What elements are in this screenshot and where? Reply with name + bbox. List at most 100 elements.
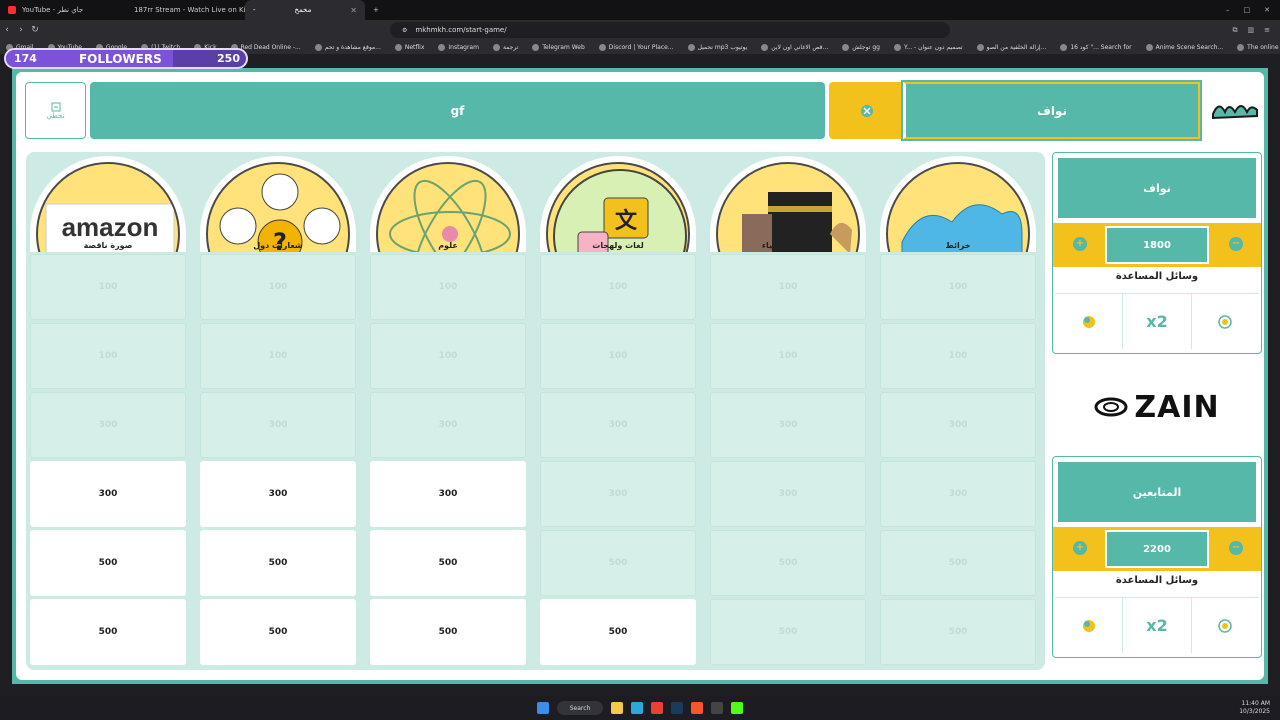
- call-friend-button[interactable]: [1055, 598, 1124, 653]
- call-friend-button[interactable]: [1055, 294, 1124, 349]
- bookmark-item[interactable]: Discord | Your Place...: [598, 43, 674, 51]
- bookmark-item[interactable]: Instagram: [438, 43, 479, 51]
- question-cell[interactable]: 500: [370, 530, 526, 596]
- site-info-icon[interactable]: ⚙: [402, 27, 407, 34]
- followers-goal: 250: [217, 52, 240, 65]
- category-amazon-image: amazon: [36, 162, 180, 252]
- question-cell[interactable]: 500: [370, 599, 526, 665]
- bookmark-item[interactable]: The online code edi...: [1237, 43, 1280, 51]
- question-cell: 100: [30, 323, 186, 389]
- hole-button[interactable]: [1192, 294, 1259, 349]
- bookmark-icon: [492, 43, 500, 51]
- menu-icon[interactable]: ≡: [1264, 26, 1270, 35]
- bookmark-item[interactable]: توجلش gg: [842, 43, 880, 51]
- kick-app-icon[interactable]: [731, 702, 743, 714]
- question-cell[interactable]: 300: [30, 461, 186, 527]
- question-cell[interactable]: 500: [540, 599, 696, 665]
- question-cell[interactable]: 300: [200, 461, 356, 527]
- bookmark-item[interactable]: كود 16 "... Search for: [1060, 43, 1132, 51]
- address-bar[interactable]: ⚙ mkhmkh.com/start-game/: [390, 22, 950, 38]
- hole-button[interactable]: [1192, 598, 1259, 653]
- bookmark-item[interactable]: قص الاغاني اون لاين...: [761, 43, 828, 51]
- bookmark-icon: [314, 43, 322, 51]
- bookmark-item[interactable]: موقع مشاهدة و تحم...: [314, 43, 381, 51]
- game-board: amazon صورة ناقصة 100 100 300 300 500 500? شعارا…: [26, 152, 1045, 670]
- browser-toolbar: ‹ › ↻ ⚙ mkhmkh.com/start-game/ ⧉ ▥ ≡: [0, 20, 1280, 40]
- close-tab-icon[interactable]: ✕: [350, 6, 357, 15]
- followers-current: 174: [14, 52, 37, 65]
- browser-tab-kick[interactable]: 187rr Stream - Watch Live on Kick: [120, 0, 253, 20]
- forward-icon[interactable]: ›: [14, 25, 28, 35]
- question-cell: 100: [710, 323, 866, 389]
- start-icon[interactable]: [537, 702, 549, 714]
- edge-icon[interactable]: [631, 702, 643, 714]
- new-tab-button[interactable]: +: [365, 0, 387, 20]
- bookmark-icon: [1060, 43, 1068, 51]
- chrome-icon[interactable]: [651, 702, 663, 714]
- team-name: المتابعين: [1058, 462, 1256, 522]
- back-icon[interactable]: ‹: [0, 25, 14, 35]
- question-cell[interactable]: 500: [200, 599, 356, 665]
- category-flags-image: ?: [206, 162, 350, 252]
- brave-icon[interactable]: [691, 702, 703, 714]
- tab-dash: -: [253, 6, 256, 14]
- bookmark-icon: [532, 43, 540, 51]
- browser-tab-mkhmkh[interactable]: - مخمخ ✕: [245, 0, 365, 20]
- category-column: خرائط 100 100 300 300 500 500: [878, 152, 1038, 670]
- bookmark-icon: [976, 43, 984, 51]
- site-logo[interactable]: [1206, 86, 1264, 134]
- question-cell: 500: [880, 530, 1036, 596]
- bookmark-item[interactable]: Netflix: [394, 43, 424, 51]
- steam-icon[interactable]: [671, 702, 683, 714]
- skip-button[interactable]: تخطي: [25, 82, 86, 139]
- question-cell: 100: [200, 323, 356, 389]
- category-header: علوم: [370, 156, 526, 252]
- hole-icon: [1218, 314, 1233, 329]
- question-cell[interactable]: 300: [370, 461, 526, 527]
- question-cell: 500: [710, 599, 866, 665]
- bookmark-item[interactable]: تحميل mp3 يوتيوب: [687, 43, 747, 51]
- question-cell[interactable]: 500: [30, 530, 186, 596]
- bookmark-item[interactable]: Y... - تصميم دون عنوان: [893, 43, 963, 51]
- question-cell: 300: [200, 392, 356, 458]
- double-points-button[interactable]: x2: [1123, 598, 1192, 653]
- bookmark-item[interactable]: Telegram Web: [532, 43, 585, 51]
- bookmark-icon: [842, 43, 850, 51]
- obs-icon[interactable]: [711, 702, 723, 714]
- window-controls: – □ ✕: [1226, 6, 1280, 14]
- team-card-2: المتابعين + 2200 − وسائل المساعدة x2: [1052, 456, 1262, 658]
- youtube-icon: [8, 6, 16, 14]
- browser-tab-youtube[interactable]: YouTube - جاي نطر: [0, 0, 120, 20]
- increase-score-button[interactable]: +: [1073, 237, 1087, 251]
- question-cell: 300: [540, 392, 696, 458]
- decrease-score-button[interactable]: −: [1229, 237, 1243, 251]
- question-cell: 100: [880, 254, 1036, 320]
- reload-icon[interactable]: ↻: [28, 25, 42, 35]
- question-cell[interactable]: 500: [30, 599, 186, 665]
- bookmark-item[interactable]: ترجمة: [492, 43, 518, 51]
- bookmark-item[interactable]: Anime Scene Search...: [1145, 43, 1223, 51]
- question-bar: gf: [90, 82, 825, 139]
- current-turn-team: نواف: [901, 80, 1202, 141]
- bookmark-icon: [687, 43, 695, 51]
- file-explorer-icon[interactable]: [611, 702, 623, 714]
- question-cell: 300: [710, 392, 866, 458]
- sidebar-icon[interactable]: ▥: [1248, 26, 1255, 35]
- maximize-icon[interactable]: □: [1244, 6, 1251, 14]
- score-row: + 1800 −: [1053, 223, 1261, 267]
- team-card-1: نواف + 1800 − وسائل المساعدة x2: [1052, 152, 1262, 354]
- double-points-button[interactable]: x2: [1123, 294, 1192, 349]
- taskbar-search[interactable]: Search: [557, 701, 603, 715]
- increase-score-button[interactable]: +: [1073, 541, 1087, 555]
- decrease-score-button[interactable]: −: [1229, 541, 1243, 555]
- x2-label: x2: [1146, 312, 1168, 331]
- side-panel: نواف + 1800 − وسائل المساعدة x2 ZAIN الم…: [1052, 152, 1262, 670]
- help-title: وسائل المساعدة: [1115, 575, 1199, 586]
- bookmark-item[interactable]: إزالة الخلفية من الصو...: [976, 43, 1046, 51]
- windows-taskbar: Search 11:40 AM 10/3/2025: [0, 696, 1280, 720]
- question-cell[interactable]: 500: [200, 530, 356, 596]
- minimize-icon[interactable]: –: [1226, 6, 1230, 14]
- close-window-icon[interactable]: ✕: [1264, 6, 1270, 14]
- system-clock[interactable]: 11:40 AM 10/3/2025: [1239, 700, 1270, 716]
- extensions-icon[interactable]: ⧉: [1233, 26, 1238, 35]
